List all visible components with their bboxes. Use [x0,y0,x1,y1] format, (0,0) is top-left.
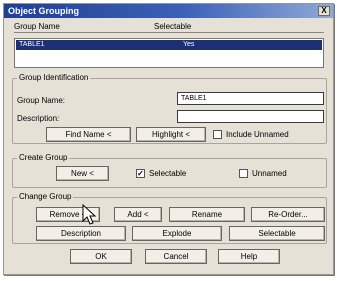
description-button[interactable]: Description [36,226,126,241]
group-name-field[interactable]: TABLE1 [177,92,324,105]
group-name-label: Group Name: [17,96,66,105]
group-identification-title: Group Identification [17,73,91,82]
arrow-pointer-icon [82,204,97,225]
explode-button[interactable]: Explode [132,226,222,241]
close-icon[interactable]: X [318,6,330,16]
column-header-selectable[interactable]: Selectable [154,22,191,31]
include-unnamed-label: Include Unnamed [226,130,289,139]
unnamed-checkbox[interactable] [239,169,248,178]
window-title: Object Grouping [8,6,79,16]
find-name-button[interactable]: Find Name < [46,127,131,142]
row-group-name: TABLE1 [19,41,45,48]
selectable-checkbox[interactable]: ✓ [136,169,145,178]
table-row[interactable]: TABLE1 Yes [16,40,322,50]
cancel-button[interactable]: Cancel [145,249,207,264]
rename-button[interactable]: Rename [169,207,245,222]
group-list[interactable]: TABLE1 Yes [14,38,324,68]
selectable-button[interactable]: Selectable [229,226,325,241]
include-unnamed-checkbox[interactable] [213,130,222,139]
description-label: Description: [17,114,60,123]
ok-button[interactable]: OK [70,249,132,264]
create-group-title: Create Group [17,153,70,162]
description-field[interactable] [177,110,324,123]
title-bar: Object Grouping X [4,4,333,18]
new-button[interactable]: New < [56,166,109,181]
change-group-title: Change Group [17,192,74,201]
unnamed-label: Unnamed [252,169,287,178]
add-button[interactable]: Add < [114,207,162,222]
selectable-label: Selectable [149,169,187,178]
reorder-button[interactable]: Re-Order... [251,207,325,222]
object-grouping-dialog: Object Grouping X Group Name Selectable … [3,3,334,275]
highlight-button[interactable]: Highlight < [136,127,206,142]
row-selectable: Yes [183,41,195,48]
header-divider [14,32,324,33]
help-button[interactable]: Help [218,249,280,264]
column-header-group-name[interactable]: Group Name [14,22,60,31]
